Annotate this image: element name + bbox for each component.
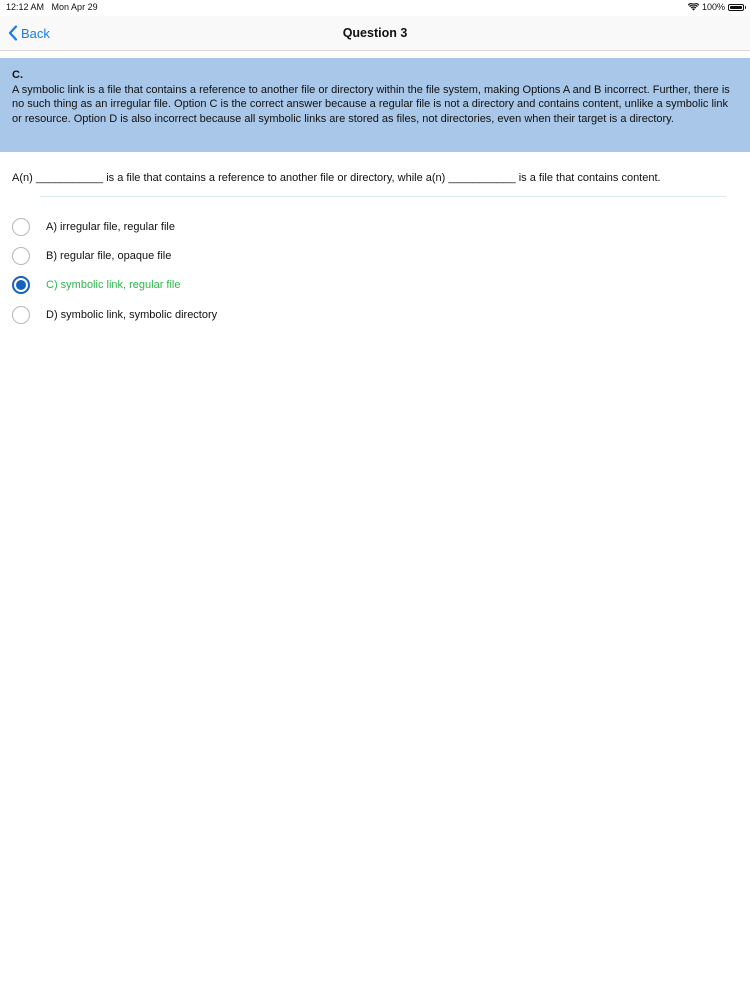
option-label: B) regular file, opaque file (46, 249, 172, 262)
status-time-text: 12:12 AM (6, 2, 45, 12)
option-label: C) symbolic link, regular file (46, 279, 181, 292)
navigation-bar: Back Question 3 (0, 16, 750, 51)
question-divider (40, 196, 726, 197)
radio-button[interactable] (12, 217, 30, 236)
option-d[interactable]: D) symbolic link, symbolic directory (12, 300, 512, 329)
option-label: A) irregular file, regular file (46, 220, 175, 233)
battery-icon (728, 3, 746, 11)
page-title: Question 3 (342, 26, 408, 40)
explanation-panel: C. A symbolic link is a file that contai… (0, 58, 750, 152)
status-date-text: Mon Apr 29 (51, 2, 98, 12)
radio-button[interactable] (12, 305, 30, 324)
status-bar: 12:12 AM Mon Apr 29 100% (0, 0, 750, 16)
status-time: 12:12 AM Mon Apr 29 (6, 2, 98, 12)
explanation-text: A symbolic link is a file that contains … (12, 83, 730, 125)
wifi-icon (687, 3, 699, 11)
option-c[interactable]: C) symbolic link, regular file (12, 271, 512, 300)
question-text: A(n) ___________ is a file that contains… (12, 172, 661, 184)
battery-percent: 100% (701, 2, 725, 12)
option-a[interactable]: A) irregular file, regular file (12, 212, 512, 241)
battery-fill (730, 5, 742, 9)
option-b[interactable]: B) regular file, opaque file (12, 241, 512, 270)
correct-answer-letter: C. (12, 69, 23, 81)
answer-options: A) irregular file, regular file B) regul… (12, 212, 512, 329)
option-label: D) symbolic link, symbolic directory (46, 308, 218, 321)
status-right: 100% (687, 2, 746, 12)
radio-button[interactable] (12, 246, 30, 265)
radio-button[interactable] (12, 276, 30, 295)
